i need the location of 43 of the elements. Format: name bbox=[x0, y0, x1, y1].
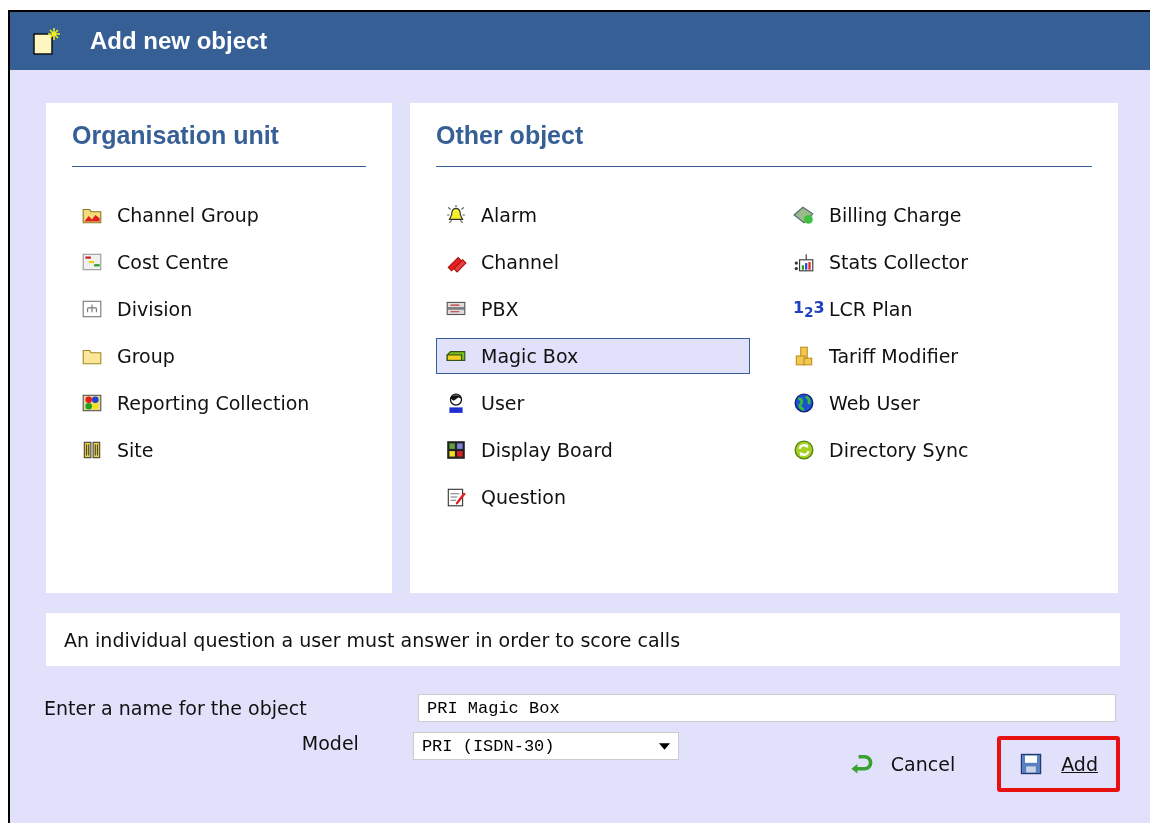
grid-icon bbox=[81, 251, 103, 273]
coins-icon bbox=[793, 345, 815, 367]
globe-icon bbox=[793, 392, 815, 414]
cancel-button[interactable]: Cancel bbox=[846, 750, 958, 778]
object-type-item[interactable]: Alarm bbox=[436, 197, 750, 233]
name-input-field[interactable]: PRI Magic Box bbox=[418, 694, 1116, 722]
object-type-item[interactable]: Channel bbox=[436, 244, 750, 280]
object-type-item[interactable]: Group bbox=[72, 338, 366, 374]
model-dropdown[interactable]: PRI (ISDN-30) bbox=[412, 732, 679, 760]
object-type-item[interactable]: Stats Collector bbox=[784, 244, 970, 280]
object-type-item[interactable]: User bbox=[436, 385, 750, 421]
window-title: Add new object bbox=[90, 27, 268, 55]
object-type-item[interactable]: 1$_{2}$3 LCR Plan bbox=[784, 291, 970, 327]
money-icon bbox=[793, 204, 815, 226]
object-type-item[interactable]: Question bbox=[436, 479, 750, 515]
tiles-icon bbox=[445, 439, 467, 461]
notepad-pencil-icon bbox=[445, 486, 467, 508]
sync-icon bbox=[793, 439, 815, 461]
building-icon bbox=[81, 439, 103, 461]
object-type-item[interactable]: Directory Sync bbox=[784, 432, 970, 468]
object-type-item[interactable]: Division bbox=[72, 291, 366, 327]
bell-icon bbox=[445, 204, 467, 226]
object-type-item[interactable]: Cost Centre bbox=[72, 244, 366, 280]
panel-heading: Organisation unit bbox=[72, 121, 366, 167]
new-document-icon bbox=[32, 26, 62, 56]
description-text: An individual question a user must answer in order to score calls bbox=[46, 613, 1120, 666]
object-type-item[interactable]: Display Board bbox=[436, 432, 750, 468]
object-type-item[interactable]: Billing Charge bbox=[784, 197, 970, 233]
panel-heading: Other object bbox=[436, 121, 1092, 167]
object-type-item[interactable]: Web User bbox=[784, 385, 970, 421]
caret-icon bbox=[658, 742, 670, 750]
object-type-item[interactable]: PBX bbox=[436, 291, 750, 327]
object-type-item[interactable]: Channel Group bbox=[72, 197, 366, 233]
balls-icon bbox=[81, 392, 103, 414]
model-label: Model bbox=[300, 732, 360, 754]
object-type-item[interactable]: Tariff Modifier bbox=[784, 338, 970, 374]
object-type-item[interactable]: Reporting Collection bbox=[72, 385, 366, 421]
chart-icon bbox=[793, 251, 815, 273]
object-type-item[interactable]: Site bbox=[72, 432, 366, 468]
object-type-item[interactable]: Magic Box bbox=[436, 338, 750, 374]
name-label: Enter a name for the object bbox=[44, 697, 308, 719]
add-button[interactable]: Add bbox=[1017, 750, 1100, 778]
org-chart-icon bbox=[81, 298, 103, 320]
